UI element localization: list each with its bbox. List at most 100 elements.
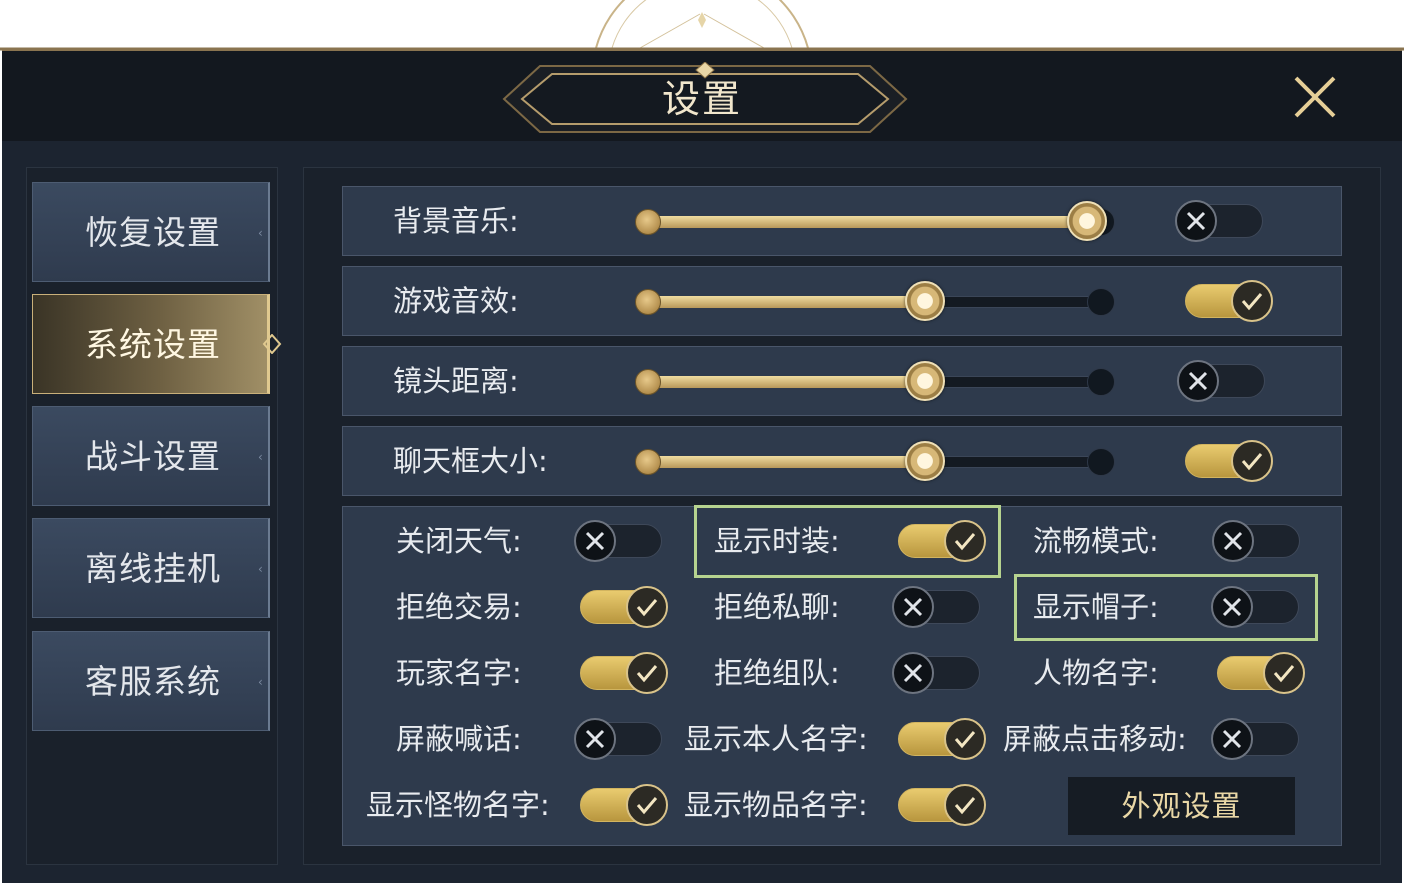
slider-handle[interactable] bbox=[904, 361, 945, 401]
cross-icon bbox=[1222, 729, 1242, 749]
slider-fill bbox=[645, 376, 925, 388]
setting-row-sfx: 游戏音效: bbox=[342, 266, 1342, 336]
window-title: 设置 bbox=[661, 77, 742, 121]
sidebar-item-system[interactable]: 系统设置 bbox=[32, 294, 270, 394]
toggle-knob bbox=[626, 586, 668, 628]
setting-row-camera: 镜头距离: bbox=[342, 346, 1342, 416]
check-icon bbox=[954, 797, 976, 815]
option-label-block-click-move: 屏蔽点击移动: bbox=[1003, 722, 1187, 756]
option-label-item-names: 显示物品名字: bbox=[684, 788, 868, 822]
setting-label: 游戏音效: bbox=[393, 284, 519, 318]
sidebar-item-label: 系统设置 bbox=[85, 325, 221, 364]
slider-end-dot bbox=[1087, 288, 1115, 316]
toggle-knob bbox=[1211, 586, 1253, 628]
sidebar-item-restore[interactable]: 恢复设置 ‹ bbox=[32, 182, 270, 282]
chat-size-toggle[interactable] bbox=[1183, 440, 1273, 482]
close-button[interactable] bbox=[1290, 72, 1340, 122]
option-label-smooth-mode: 流畅模式: bbox=[1033, 524, 1159, 558]
cross-icon bbox=[1186, 211, 1206, 231]
toggle-knob bbox=[944, 718, 986, 760]
option-label-block-shout: 屏蔽喊话: bbox=[396, 722, 522, 756]
slider-handle[interactable] bbox=[1067, 201, 1107, 241]
active-tab-arrow-icon bbox=[262, 334, 282, 354]
sidebar-item-battle[interactable]: 战斗设置 ‹ bbox=[32, 406, 270, 506]
setting-row-bgm: 背景音乐: bbox=[342, 186, 1342, 256]
show-hat-toggle[interactable] bbox=[1211, 586, 1301, 628]
monster-names-toggle[interactable] bbox=[578, 784, 668, 826]
bgm-slider[interactable] bbox=[635, 201, 1125, 241]
refuse-team-toggle[interactable] bbox=[892, 652, 982, 694]
slider-start-knob bbox=[635, 449, 661, 475]
slider-handle[interactable] bbox=[904, 281, 945, 321]
slider-start-knob bbox=[635, 369, 661, 395]
option-label-player-names: 玩家名字: bbox=[396, 656, 522, 690]
tab-notch-icon: ‹ bbox=[258, 450, 263, 464]
sidebar-item-support[interactable]: 客服系统 ‹ bbox=[32, 631, 270, 731]
option-label-show-own-name: 显示本人名字: bbox=[684, 722, 868, 756]
toggle-knob bbox=[1211, 718, 1253, 760]
toggle-knob bbox=[892, 652, 934, 694]
check-icon bbox=[1241, 293, 1263, 311]
cross-icon bbox=[585, 729, 605, 749]
check-icon bbox=[1241, 453, 1263, 471]
show-fashion-toggle[interactable] bbox=[896, 520, 986, 562]
slider-end-dot bbox=[1087, 448, 1115, 476]
camera-toggle[interactable] bbox=[1177, 360, 1267, 402]
character-names-toggle[interactable] bbox=[1215, 652, 1305, 694]
tab-notch-icon: ‹ bbox=[258, 562, 263, 576]
refuse-whisper-toggle[interactable] bbox=[892, 586, 982, 628]
check-icon bbox=[636, 599, 658, 617]
cross-icon bbox=[585, 531, 605, 551]
player-names-toggle[interactable] bbox=[578, 652, 668, 694]
setting-row-chat-size: 聊天框大小: bbox=[342, 426, 1342, 496]
setting-label: 聊天框大小: bbox=[393, 444, 548, 478]
slider-fill bbox=[645, 456, 925, 468]
slider-fill bbox=[645, 296, 925, 308]
toggle-knob bbox=[1177, 360, 1219, 402]
option-label-show-fashion: 显示时装: bbox=[714, 524, 840, 558]
sidebar-item-offline[interactable]: 离线挂机 ‹ bbox=[32, 518, 270, 618]
close-icon bbox=[1294, 76, 1336, 118]
tab-notch-icon: ‹ bbox=[258, 226, 263, 240]
sidebar-item-label: 客服系统 bbox=[85, 662, 221, 701]
check-icon bbox=[636, 797, 658, 815]
toggle-knob bbox=[1231, 280, 1273, 322]
setting-label: 背景音乐: bbox=[393, 204, 519, 238]
sfx-toggle[interactable] bbox=[1183, 280, 1273, 322]
chat-size-slider[interactable] bbox=[635, 441, 1125, 481]
appearance-settings-button[interactable]: 外观设置 bbox=[1068, 777, 1295, 835]
refuse-trade-toggle[interactable] bbox=[578, 586, 668, 628]
cross-icon bbox=[1222, 597, 1242, 617]
slider-fill bbox=[645, 216, 1087, 228]
toggle-knob bbox=[1263, 652, 1305, 694]
sfx-slider[interactable] bbox=[635, 281, 1125, 321]
item-names-toggle[interactable] bbox=[896, 784, 986, 826]
check-icon bbox=[636, 665, 658, 683]
bgm-toggle[interactable] bbox=[1175, 200, 1265, 242]
toggle-knob bbox=[574, 718, 616, 760]
slider-end-dot bbox=[1087, 368, 1115, 396]
toggle-knob bbox=[1231, 440, 1273, 482]
cross-icon bbox=[1223, 531, 1243, 551]
option-label-monster-names: 显示怪物名字: bbox=[366, 788, 550, 822]
close-weather-toggle[interactable] bbox=[574, 520, 664, 562]
smooth-mode-toggle[interactable] bbox=[1212, 520, 1302, 562]
check-icon bbox=[954, 533, 976, 551]
slider-start-knob bbox=[635, 209, 661, 235]
sidebar-item-label: 离线挂机 bbox=[85, 549, 221, 588]
option-label-refuse-team: 拒绝组队: bbox=[714, 656, 840, 690]
sidebar-item-label: 恢复设置 bbox=[85, 213, 221, 252]
toggle-knob bbox=[892, 586, 934, 628]
toggle-knob bbox=[1175, 200, 1217, 242]
slider-handle[interactable] bbox=[904, 441, 945, 481]
sidebar-item-label: 战斗设置 bbox=[85, 437, 221, 476]
camera-slider[interactable] bbox=[635, 361, 1125, 401]
block-shout-toggle[interactable] bbox=[574, 718, 664, 760]
option-label-character-names: 人物名字: bbox=[1033, 656, 1159, 690]
block-click-move-toggle[interactable] bbox=[1211, 718, 1301, 760]
toggle-knob bbox=[944, 784, 986, 826]
cross-icon bbox=[1188, 371, 1208, 391]
toggle-knob bbox=[944, 520, 986, 562]
check-icon bbox=[1273, 665, 1295, 683]
show-own-name-toggle[interactable] bbox=[896, 718, 986, 760]
